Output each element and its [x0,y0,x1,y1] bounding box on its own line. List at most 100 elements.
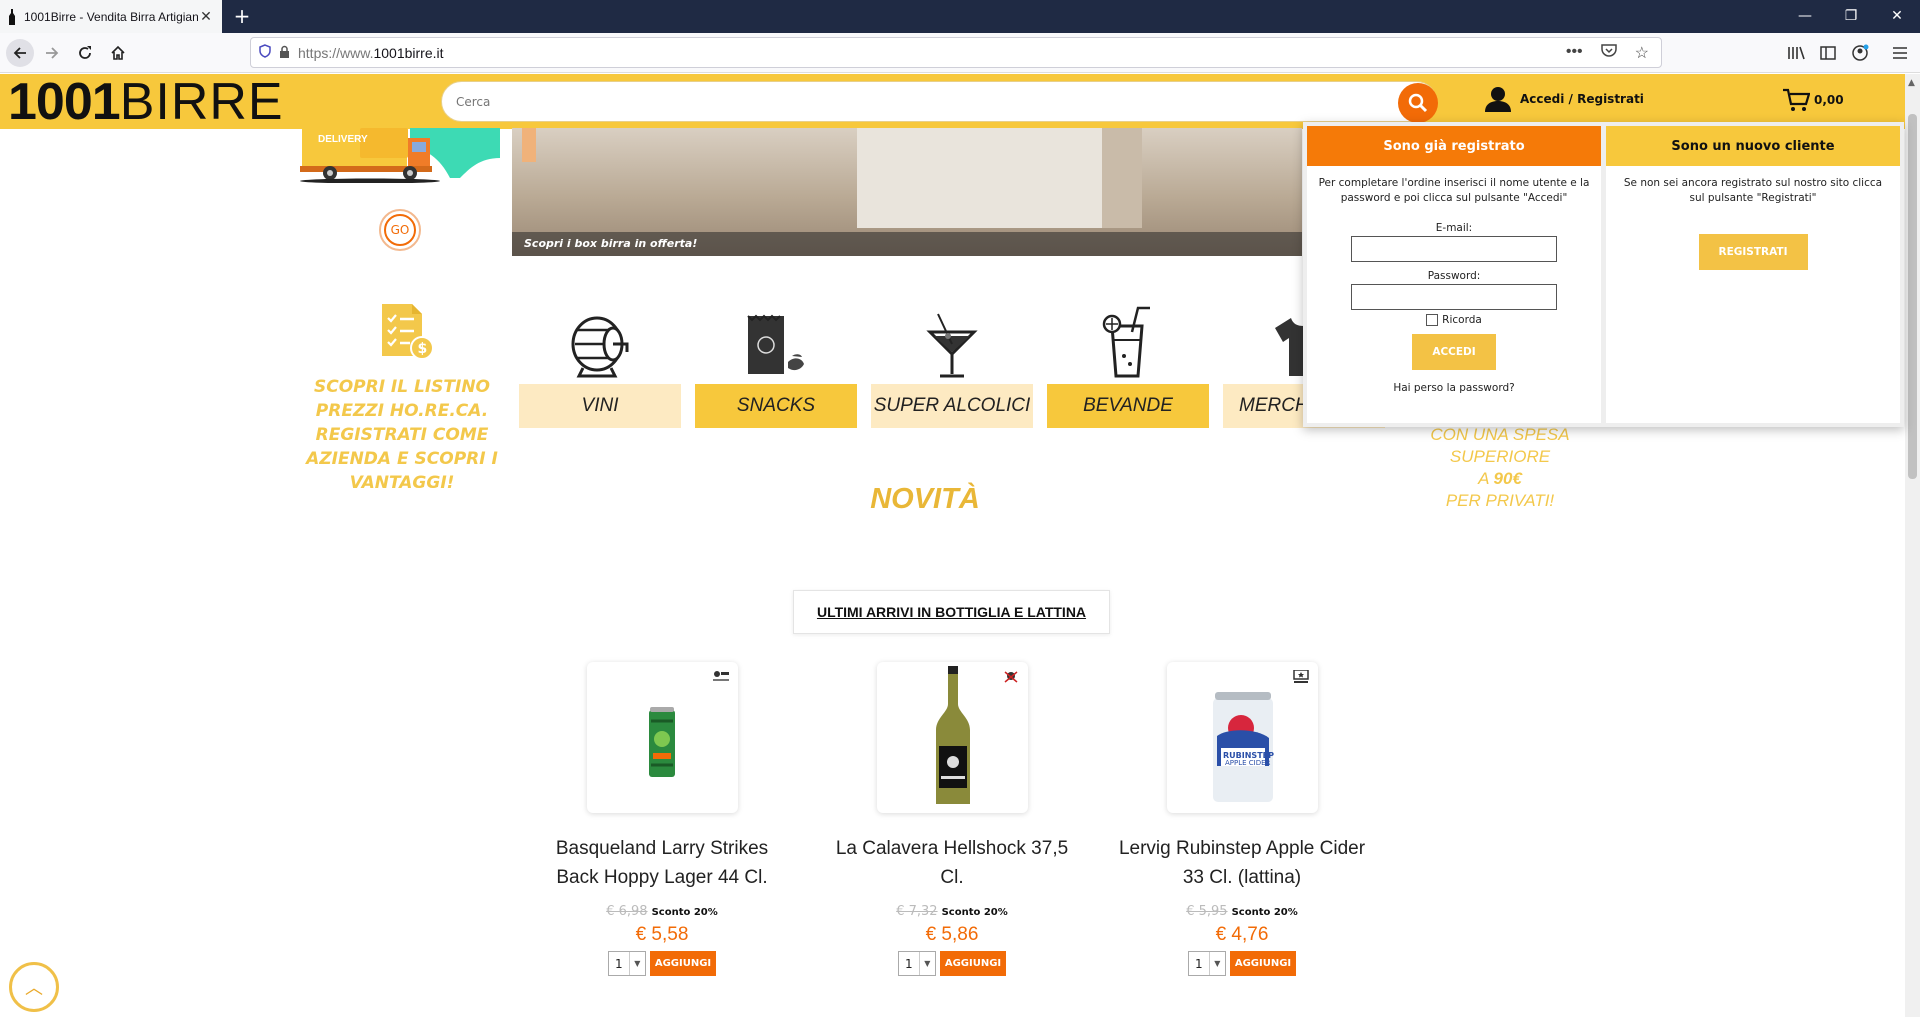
site-logo[interactable]: 1001 BIRRE [8,73,284,131]
box-offer-banner[interactable]: Scopri i box birra in offerta! [512,128,1302,256]
menu-icon[interactable] [1886,39,1914,67]
browser-tab[interactable]: 1001Birre - Vendita Birra Artigianale ✕ [0,0,222,33]
chevron-up-icon: ︿ [25,978,43,999]
banner-box-side [1102,128,1142,228]
quantity-select[interactable]: 1 ▼ [897,951,936,976]
bookmark-star-icon[interactable]: ☆ [1635,43,1649,63]
cart-total: 0,00 [1814,93,1844,107]
login-register-label: Accedi / Registrati [1520,92,1644,106]
category-label: VINI [519,384,681,428]
product-discount: Sconto 20% [651,907,718,918]
reload-icon[interactable] [71,39,99,67]
window-minimize-button[interactable]: — [1782,0,1828,33]
product-discount: Sconto 20% [941,907,1008,918]
cart-link[interactable]: 0,00 [1782,88,1844,112]
product-name[interactable]: La Calavera Hellshock 37,5 Cl. [827,834,1077,892]
registered-title: Sono già registrato [1307,126,1601,166]
remember-checkbox[interactable] [1426,314,1439,326]
add-to-cart-button[interactable]: AGGIUNGI [939,951,1007,976]
back-icon[interactable] [6,39,34,67]
product-old-price-row: € 7,32 Sconto 20% [827,904,1077,919]
password-field[interactable] [1351,284,1557,310]
account-icon[interactable] [1846,39,1874,67]
product-card: Basqueland Larry Strikes Back Hoppy Lage… [537,662,787,976]
lost-password-link[interactable]: Hai perso la password? [1307,382,1601,394]
register-button[interactable]: REGISTRATI [1698,234,1808,270]
login-button[interactable]: ACCEDI [1412,334,1496,370]
product-price: € 5,58 [635,924,689,945]
product-buy-row: 1 ▼ AGGIUNGI [827,951,1077,976]
scroll-to-top-button[interactable]: ︿ [9,962,59,1012]
browser-tab-bar: 1001Birre - Vendita Birra Artigianale ✕ … [0,0,1920,33]
product-old-price: € 6,98 [606,904,648,919]
new-customer-instructions: Se non sei ancora registrato sul nostro … [1623,177,1883,204]
quantity-select[interactable]: 1 ▼ [1187,951,1226,976]
forward-icon[interactable] [38,39,66,67]
promo-line: CON UNA SPESA [1430,425,1570,444]
tab-ultimi-arrivi[interactable]: ULTIMI ARRIVI IN BOTTIGLIA E LATTINA [793,590,1110,634]
product-buy-row: 1 ▼ AGGIUNGI [537,951,787,976]
url-bar[interactable]: https://www. 1001birre.it ••• ☆ [250,37,1662,68]
chevron-down-icon: ▼ [918,952,935,975]
product-price: € 4,76 [1215,924,1269,945]
scroll-up-arrow-icon[interactable]: ▲ [1908,78,1915,88]
add-to-cart-button[interactable]: AGGIUNGI [649,951,717,976]
product-name[interactable]: Basqueland Larry Strikes Back Hoppy Lage… [537,834,787,892]
lervig-logo-icon [1292,670,1309,683]
category-bevande[interactable]: BEVANDE [1047,300,1209,428]
user-icon [1485,87,1511,112]
free-shipping-promo: CON UNA SPESA SUPERIORE A 90€ PER PRIVAT… [1400,424,1600,512]
product-image[interactable]: RUBINSTEP APPLE CIDER [1166,662,1318,813]
search-button[interactable] [1398,83,1438,123]
page-scrollbar[interactable]: ▲ [1905,74,1920,1017]
email-label: E-mail: [1435,222,1473,234]
window-maximize-button[interactable]: ❐ [1828,0,1874,33]
new-tab-button[interactable]: + [230,4,254,28]
svg-text:$: $ [418,341,428,357]
la-calavera-logo-icon [1004,671,1017,683]
add-to-cart-button[interactable]: AGGIUNGI [1229,951,1297,976]
product-name[interactable]: Lervig Rubinstep Apple Cider 33 Cl. (lat… [1117,834,1367,892]
url-prefix: https://www. [298,44,374,61]
quantity-value: 1 [1195,956,1203,971]
library-icon[interactable] [1782,39,1810,67]
horeca-price-list-link[interactable]: SCOPRI IL LISTINO PREZZI HO.RE.CA. REGIS… [300,375,504,495]
product-image[interactable] [586,662,738,813]
product-discount: Sconto 20% [1231,907,1298,918]
green-can-icon [648,707,675,777]
product-image[interactable] [876,662,1028,813]
lock-icon[interactable] [279,45,290,61]
quantity-value: 1 [905,956,913,971]
product-old-price-row: € 5,95 Sconto 20% [1117,904,1367,919]
pocket-icon[interactable] [1600,43,1617,63]
tracking-shield-icon[interactable] [259,44,271,61]
search-input[interactable] [456,94,1376,109]
new-customer-panel: Sono un nuovo cliente Se non sei ancora … [1606,126,1900,423]
category-snacks[interactable]: SNACKS [695,300,857,428]
scrollbar-thumb[interactable] [1908,114,1917,479]
white-can-icon: RUBINSTEPAPPLE CIDER [1212,692,1274,802]
bottle-icon [935,666,970,804]
go-button[interactable]: GO [379,209,421,251]
product-price: € 5,86 [925,924,979,945]
logo-word: BIRRE [119,73,284,131]
category-super-alcolici[interactable]: SUPER ALCOLICI [871,300,1033,428]
category-label: SNACKS [695,384,857,428]
sidebar-icon[interactable] [1814,39,1842,67]
category-vini[interactable]: VINI [519,300,681,428]
password-label: Password: [1427,270,1481,282]
page-actions-icon[interactable]: ••• [1566,43,1583,63]
price-list-icon: $ [378,300,436,368]
quantity-select[interactable]: 1 ▼ [607,951,646,976]
login-register-link[interactable]: Accedi / Registrati [1484,86,1644,112]
delivery-van-image[interactable]: DELIVERY [300,128,500,183]
promo-line: SUPERIORE [1449,447,1551,466]
home-icon[interactable] [104,39,132,67]
tab-close-icon[interactable]: ✕ [198,9,214,25]
site-header: 1001BIRRE Accedi / Registrati 0,00 [0,73,1905,131]
product-buy-row: 1 ▼ AGGIUNGI [1117,951,1367,976]
window-close-button[interactable]: ✕ [1874,0,1920,33]
email-field[interactable] [1351,236,1557,262]
product-old-price: € 5,95 [1186,904,1228,919]
barrel-icon [519,300,681,378]
